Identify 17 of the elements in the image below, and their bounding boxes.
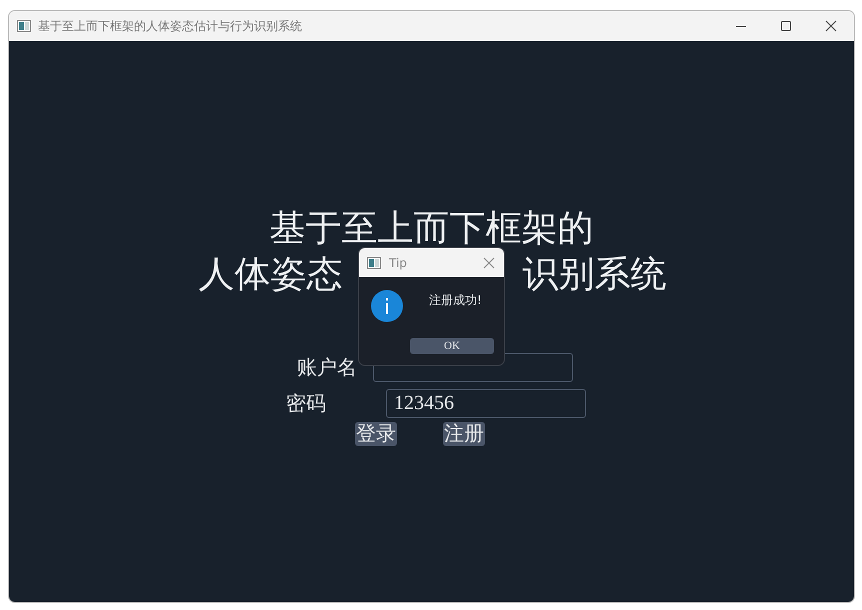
app-icon <box>17 20 31 32</box>
input-field[interactable]: 123456 <box>386 388 586 418</box>
window-title: 基于至上而下框架的人体姿态估计与行为识别系统 <box>38 18 302 34</box>
app-icon <box>367 256 381 268</box>
dialog-message: 注册成功! <box>429 292 482 308</box>
field-label: 账户名 <box>297 356 357 380</box>
heading-line: 识别系统 <box>522 253 666 296</box>
close-icon[interactable] <box>825 20 837 32</box>
info-icon <box>371 290 403 322</box>
field-label: 密码 <box>286 392 327 416</box>
ok-button[interactable]: OK <box>410 338 494 354</box>
dialog-title: Tip <box>389 256 407 270</box>
action-button[interactable]: 登录 <box>355 422 397 446</box>
action-button[interactable]: 注册 <box>443 422 485 446</box>
heading-line: 基于至上而下框架的 <box>270 207 594 250</box>
maximize-icon[interactable] <box>780 20 792 32</box>
heading-line: 人体姿态 <box>198 253 342 296</box>
